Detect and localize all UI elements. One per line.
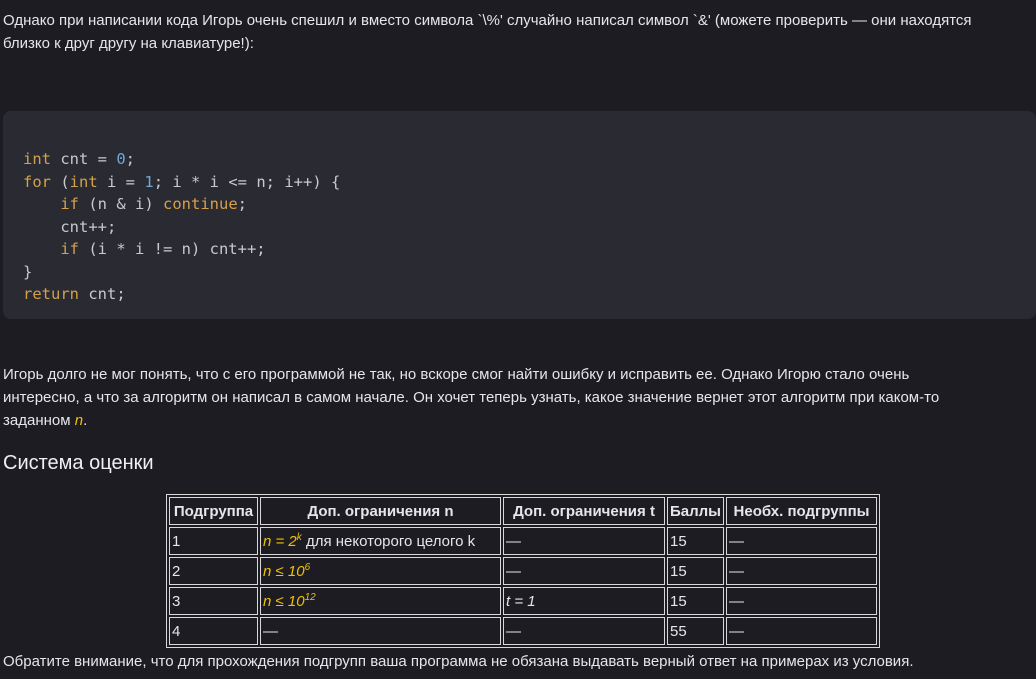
table-header-row: Подгруппа Доп. ограничения n Доп. ограни… xyxy=(169,497,877,525)
footer-note: Обратите внимание, что для прохождения п… xyxy=(3,653,914,670)
intro-line-2: близко к друг другу на клавиатуре!): xyxy=(3,35,254,52)
cell-t-constraint: — xyxy=(503,557,665,585)
middle-paragraph: Игорь долго не мог понять, что с его про… xyxy=(3,363,1033,432)
intro-line-1: Однако при написании кода Игорь очень сп… xyxy=(3,12,972,29)
code-text: cnt = xyxy=(51,150,117,168)
cell-points: 15 xyxy=(667,557,724,585)
code-text: } xyxy=(23,262,33,281)
code-text: cnt; xyxy=(79,285,126,303)
cell-t-constraint: — xyxy=(503,617,665,645)
math-expression: n ≤ 10 xyxy=(263,593,305,610)
code-keyword: continue xyxy=(163,195,238,213)
code-text: ; xyxy=(125,150,136,168)
math-superscript: 6 xyxy=(304,562,311,573)
code-text: ; xyxy=(237,195,247,213)
cell-points: 15 xyxy=(667,527,724,555)
column-header: Доп. ограничения n xyxy=(260,497,501,525)
cell-group: 1 xyxy=(169,527,258,555)
table-row: 3 n ≤ 1012 t = 1 15 — xyxy=(169,587,877,615)
code-text: ; i * i <= n; i++) { xyxy=(153,172,341,191)
math-expression: n = 2 xyxy=(263,533,297,550)
intro-paragraph: Однако при написании кода Игорь очень сп… xyxy=(3,9,1033,55)
table-row: 2 n ≤ 106 — 15 — xyxy=(169,557,877,585)
cell-t-constraint: t = 1 xyxy=(503,587,665,615)
cell-n-constraint: — xyxy=(260,617,501,645)
code-keyword: int xyxy=(69,172,98,191)
cell-group: 4 xyxy=(169,617,258,645)
grading-table: Подгруппа Доп. ограничения n Доп. ограни… xyxy=(166,494,880,648)
middle-line-3-post: . xyxy=(83,412,88,429)
code-text: cnt++; xyxy=(23,217,117,236)
cell-group: 3 xyxy=(169,587,258,615)
constraint-text: для некоторого целого k xyxy=(301,533,476,550)
code-listing: int cnt = 0; for (int i = 1; i * i <= n;… xyxy=(23,148,1036,306)
cell-deps: — xyxy=(726,527,877,555)
table-row: 4 — — 55 — xyxy=(169,617,877,645)
middle-line-2: интересно, а что за алгоритм он написал … xyxy=(3,389,940,406)
cell-n-constraint: n = 2k для некоторого целого k xyxy=(260,527,501,555)
cell-n-constraint: n ≤ 106 xyxy=(260,557,501,585)
table-row: 1 n = 2k для некоторого целого k — 15 — xyxy=(169,527,877,555)
code-keyword: int xyxy=(23,150,51,168)
cell-points: 15 xyxy=(667,587,724,615)
cell-deps: — xyxy=(726,617,877,645)
cell-t-constraint: — xyxy=(503,527,665,555)
cell-deps: — xyxy=(726,587,877,615)
cell-points: 55 xyxy=(667,617,724,645)
cell-n-constraint: n ≤ 1012 xyxy=(260,587,501,615)
code-keyword: if xyxy=(60,240,79,258)
code-keyword: return xyxy=(23,285,79,303)
cell-deps: — xyxy=(726,557,877,585)
column-header: Баллы xyxy=(667,497,724,525)
middle-line-1: Игорь долго не мог понять, что с его про… xyxy=(3,366,910,383)
code-text: (i * i != n) cnt++; xyxy=(79,240,266,258)
code-text: (n & i) xyxy=(79,195,163,213)
code-keyword: if xyxy=(60,195,79,213)
math-n: n xyxy=(74,412,84,429)
code-text: ( xyxy=(51,172,70,191)
cell-group: 2 xyxy=(169,557,258,585)
code-number: 0 xyxy=(116,150,126,168)
middle-line-3-pre: заданном xyxy=(3,412,75,429)
code-number: 1 xyxy=(144,172,154,191)
math-superscript: 12 xyxy=(304,592,316,603)
code-block: int cnt = 0; for (int i = 1; i * i <= n;… xyxy=(3,111,1036,319)
section-title: Система оценки xyxy=(3,452,154,474)
column-header: Доп. ограничения t xyxy=(503,497,665,525)
code-text: i = xyxy=(97,172,145,191)
column-header: Подгруппа xyxy=(169,497,258,525)
column-header: Необх. подгруппы xyxy=(726,497,877,525)
code-keyword: for xyxy=(23,172,51,191)
math-expression: n ≤ 10 xyxy=(263,563,305,580)
